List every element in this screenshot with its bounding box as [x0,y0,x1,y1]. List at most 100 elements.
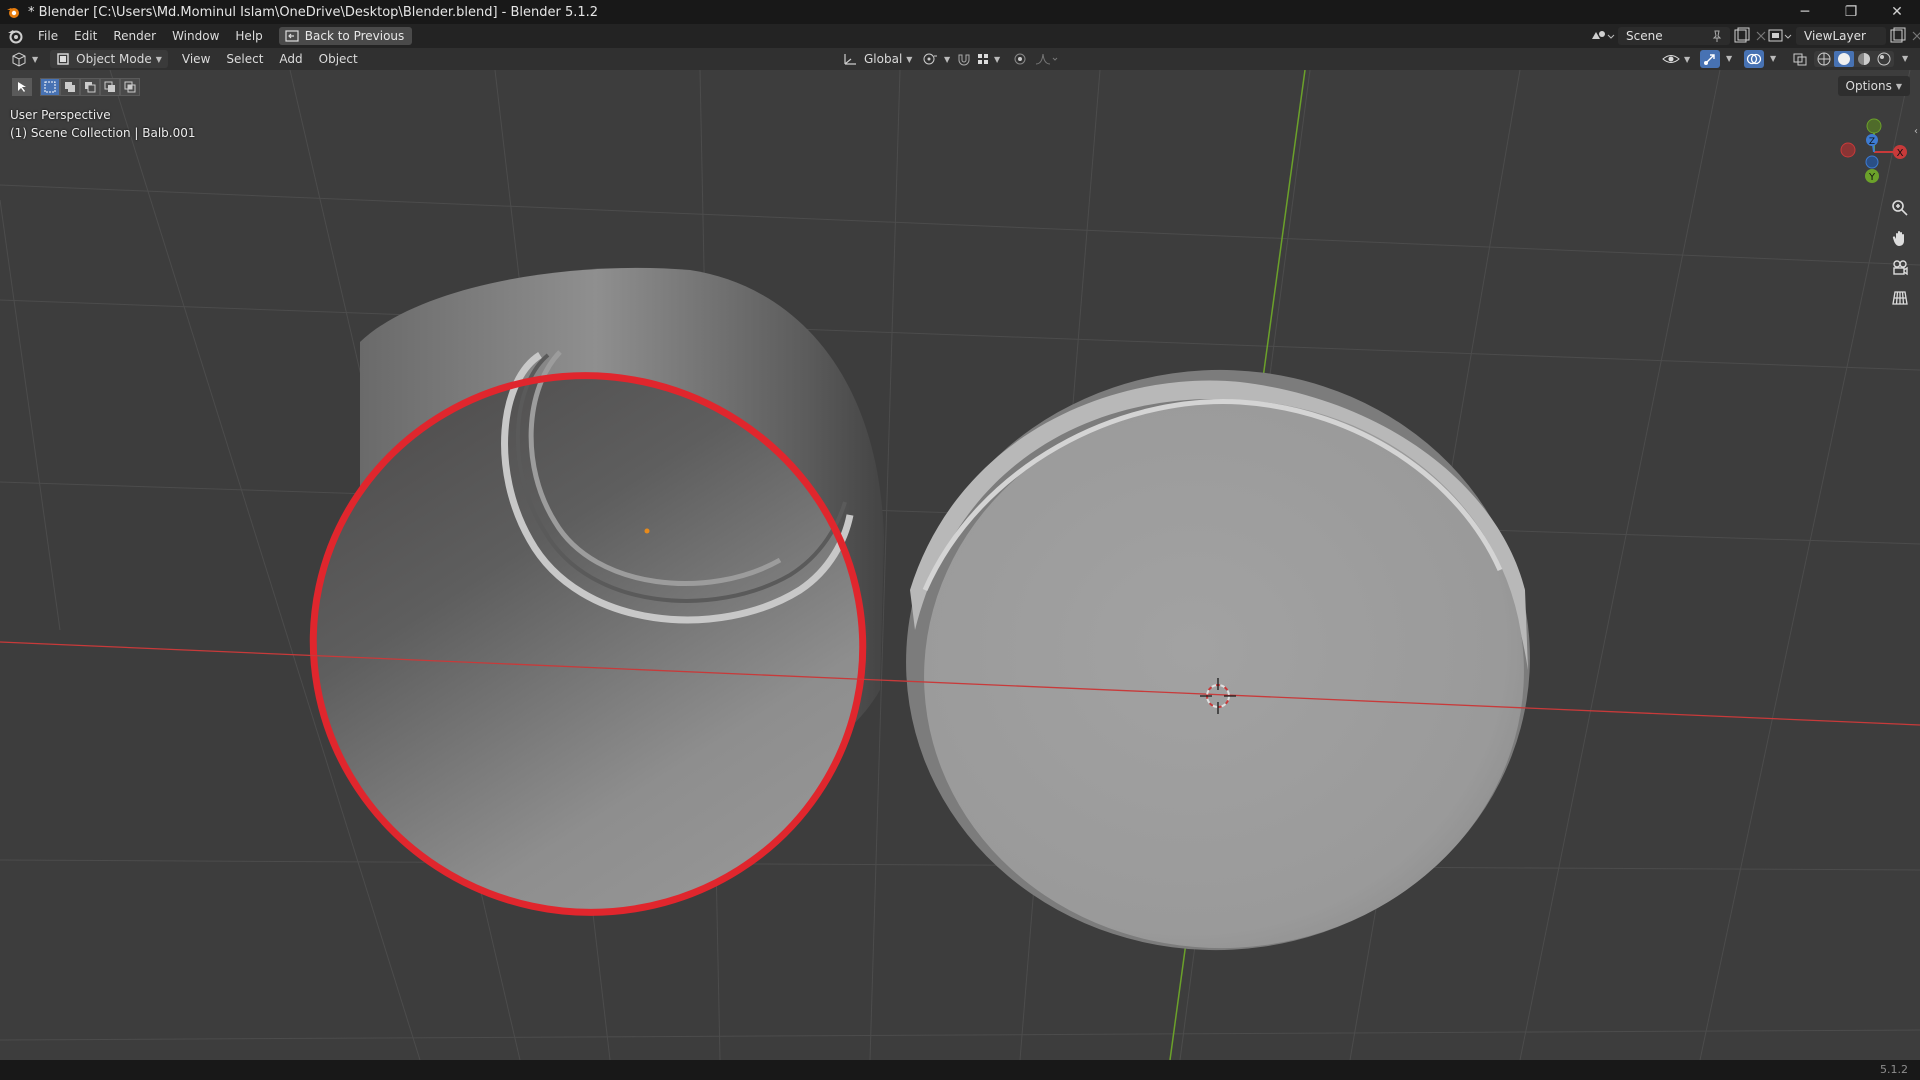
viewport-scene[interactable] [0,70,1920,1060]
select-new-icon [44,81,56,93]
3d-viewport[interactable]: User Perspective (1) Scene Collection | … [0,70,1920,1060]
delete-view-layer-icon[interactable] [1908,27,1920,45]
xray-toggle[interactable] [1792,50,1808,68]
shading-dropdown-chevron-icon[interactable]: ▼ [1902,54,1908,63]
viewport-header: ▼ Object Mode ▼ View Select Add Object G… [0,48,1920,70]
orthographic-grid-icon[interactable] [1888,286,1912,310]
view-layer-selector: ViewLayer [1766,27,1920,45]
options-label: Options [1845,79,1892,93]
window-controls: ─ ❐ ✕ [1782,0,1920,24]
navigation-gizmo[interactable]: X Y Z [1828,110,1908,190]
blender-app-icon [7,8,19,18]
snap-target-dropdown[interactable]: ▼ [976,50,1000,68]
select-subtract-icon [85,82,96,93]
eye-icon [1662,55,1680,63]
subtract-selection-button[interactable] [80,78,100,96]
pin-icon[interactable] [1710,29,1724,43]
xray-icon [1793,53,1807,66]
view-perspective-label: User Perspective [10,108,111,122]
chevron-down-icon: ▼ [1895,81,1902,91]
minimize-button[interactable]: ─ [1782,0,1828,24]
cursor-arrow-icon [18,82,26,92]
menu-edit[interactable]: Edit [66,24,105,48]
falloff-curve-icon [1035,53,1058,65]
object-mode-icon [57,53,69,65]
title-bar: * Blender [C:\Users\Md.Mominul Islam\One… [0,0,1920,24]
window-title: * Blender [C:\Users\Md.Mominul Islam\One… [28,4,599,20]
new-scene-icon[interactable] [1730,27,1752,45]
transform-orientation-dropdown[interactable]: Global ▼ [838,50,916,68]
zoom-icon[interactable] [1888,196,1912,220]
overlays-dropdown-chevron-icon[interactable]: ▼ [1770,54,1776,63]
navigation-tools [1888,196,1912,310]
chevron-down-icon: ▼ [994,54,1001,64]
proportional-edit-icon [1014,53,1026,65]
cap-object [906,369,1530,951]
proportional-editing-toggle[interactable] [1012,50,1028,68]
scene-browse-icon[interactable] [1588,27,1616,45]
pan-hand-icon[interactable] [1888,226,1912,250]
tool-settings-row [12,78,140,96]
extend-selection-button[interactable] [60,78,80,96]
active-collection-label: (1) Scene Collection | Balb.001 [10,126,196,140]
options-dropdown[interactable]: Options ▼ [1837,76,1910,96]
back-to-previous-label: Back to Previous [304,29,405,43]
back-screen-icon [285,30,299,42]
gizmo-icon [1704,54,1715,65]
blender-logo-icon[interactable] [6,27,24,45]
pivot-point-dropdown[interactable]: ▼ [922,50,950,68]
3d-viewport-icon [12,52,26,67]
object-mode-dropdown[interactable]: Object Mode ▼ [50,50,168,68]
object-mode-label: Object Mode [76,52,152,66]
snap-toggle[interactable] [956,50,972,68]
gizmo-y-label: Y [1868,172,1876,183]
scene-name: Scene [1626,29,1663,43]
orientation-axes-icon [844,54,856,65]
version-label: 5.1.2 [1880,1063,1908,1076]
chevron-down-icon: ▼ [906,54,913,64]
maximize-button[interactable]: ❐ [1828,0,1874,24]
scene-selector: Scene [1588,27,1770,45]
select-invert-icon [104,81,115,92]
overlays-icon [1746,53,1762,65]
intersect-selection-button[interactable] [120,78,140,96]
view-layer-name: ViewLayer [1804,29,1866,43]
invert-selection-button[interactable] [100,78,120,96]
gizmo-z-label: Z [1869,137,1875,147]
solid-shading-icon[interactable] [1834,51,1854,67]
magnet-icon [958,54,970,66]
gizmo-x-label: X [1897,148,1904,159]
view-layer-browse-icon[interactable] [1766,27,1794,45]
viewport-menu-view[interactable]: View [174,48,218,70]
set-new-selection-button[interactable] [40,78,60,96]
object-visibility-dropdown[interactable]: ▼ [1662,50,1690,68]
sidebar-toggle-icon[interactable]: ‹ [1914,126,1918,137]
select-tool-button[interactable] [12,78,32,96]
wireframe-shading-icon[interactable] [1814,51,1834,67]
menu-window[interactable]: Window [164,24,227,48]
menu-help[interactable]: Help [227,24,270,48]
proportional-falloff-dropdown[interactable] [1034,50,1060,68]
gizmo-dropdown-chevron-icon[interactable]: ▼ [1726,54,1732,63]
gizmo-toggle[interactable] [1700,50,1720,68]
snap-increment-icon [978,54,988,64]
pivot-point-icon [923,53,937,65]
scene-name-field[interactable]: Scene [1618,27,1730,45]
material-preview-shading-icon[interactable] [1854,51,1874,67]
view-layer-name-field[interactable]: ViewLayer [1796,27,1886,45]
status-bar: 5.1.2 [0,1060,1920,1080]
viewport-menu-add[interactable]: Add [271,48,310,70]
camera-view-icon[interactable] [1888,256,1912,280]
close-window-button[interactable]: ✕ [1874,0,1920,24]
overlays-toggle[interactable] [1744,50,1764,68]
select-extend-icon [65,82,75,92]
viewport-menu-select[interactable]: Select [218,48,271,70]
rendered-shading-icon[interactable] [1874,51,1894,67]
orientation-label: Global [864,52,903,66]
viewport-menu-object[interactable]: Object [311,48,366,70]
back-to-previous-button[interactable]: Back to Previous [278,27,413,45]
menu-render[interactable]: Render [105,24,164,48]
editor-type-selector[interactable]: ▼ [10,50,38,68]
menu-file[interactable]: File [30,24,66,48]
new-view-layer-icon[interactable] [1886,27,1908,45]
